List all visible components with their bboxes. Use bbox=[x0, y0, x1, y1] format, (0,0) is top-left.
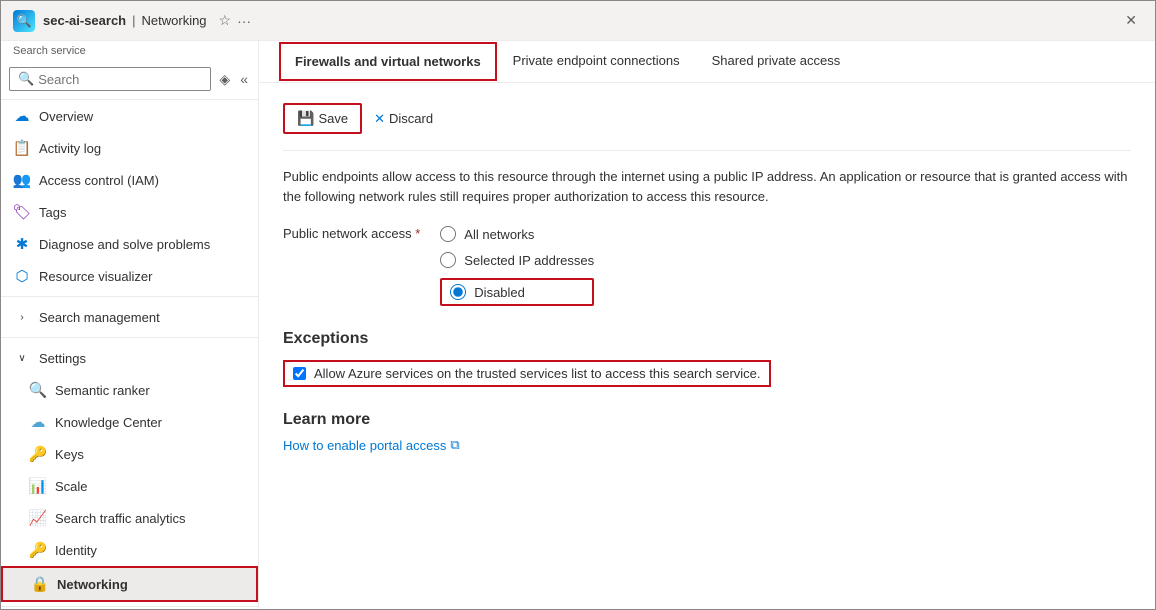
search-input-wrapper[interactable]: 🔍 bbox=[9, 67, 211, 91]
pin-icon[interactable]: ◈ bbox=[217, 69, 232, 90]
search-icon: 🔍 bbox=[18, 71, 34, 87]
keys-icon: 🔑 bbox=[29, 445, 47, 463]
radio-all-networks-input[interactable] bbox=[440, 226, 456, 242]
sidebar-item-label: Keys bbox=[55, 447, 84, 462]
sidebar-item-label: Scale bbox=[55, 479, 88, 494]
sidebar-item-scale[interactable]: 📊 Scale bbox=[1, 470, 258, 502]
radio-selected-ip-label: Selected IP addresses bbox=[464, 253, 594, 268]
title-separator: | bbox=[132, 13, 135, 28]
radio-disabled-input[interactable] bbox=[450, 284, 466, 300]
external-link-icon: ⧉ bbox=[450, 437, 459, 453]
knowledge-icon: ☁ bbox=[29, 413, 47, 431]
tab-firewalls[interactable]: Firewalls and virtual networks bbox=[279, 42, 497, 81]
save-button[interactable]: 💾 Save bbox=[283, 103, 362, 134]
sidebar-item-resource-visualizer[interactable]: ⬡ Resource visualizer bbox=[1, 260, 258, 292]
sidebar-item-label: Tags bbox=[39, 205, 66, 220]
description-text: Public endpoints allow access to this re… bbox=[283, 167, 1131, 206]
sidebar-item-label: Overview bbox=[39, 109, 93, 124]
favorite-star[interactable]: ☆ bbox=[219, 12, 232, 29]
radio-all-networks[interactable]: All networks bbox=[440, 226, 594, 242]
sidebar-item-semantic-ranker[interactable]: 🔍 Semantic ranker bbox=[1, 374, 258, 406]
title-bar: 🔍 sec-ai-search | Networking ☆ ··· ✕ bbox=[1, 1, 1155, 41]
sidebar-item-keys[interactable]: 🔑 Keys bbox=[1, 438, 258, 470]
sidebar-item-label: Identity bbox=[55, 543, 97, 558]
resource-name: sec-ai-search bbox=[43, 13, 126, 28]
activity-icon: 📋 bbox=[13, 139, 31, 157]
sidebar-item-label: Search traffic analytics bbox=[55, 511, 186, 526]
learn-more-link-text: How to enable portal access bbox=[283, 438, 446, 453]
sidebar-item-networking[interactable]: 🔒 Networking bbox=[1, 566, 258, 602]
sidebar-item-label: Diagnose and solve problems bbox=[39, 237, 210, 252]
collapse-icon[interactable]: « bbox=[238, 69, 250, 89]
sidebar-item-label: Networking bbox=[57, 577, 128, 592]
learn-more-link[interactable]: How to enable portal access ⧉ bbox=[283, 437, 1131, 453]
discard-label: Discard bbox=[389, 111, 433, 126]
tabs-bar: Firewalls and virtual networks Private e… bbox=[259, 41, 1155, 83]
sidebar-item-overview[interactable]: ☁ Overview bbox=[1, 100, 258, 132]
expand-icon: ∨ bbox=[13, 349, 31, 367]
sidebar-item-settings[interactable]: ∨ Settings bbox=[1, 342, 258, 374]
tab-private-endpoints[interactable]: Private endpoint connections bbox=[497, 41, 696, 82]
content-body: 💾 Save ✕ Discard Public endpoints allow … bbox=[259, 83, 1155, 609]
exceptions-checkbox-wrapper: Allow Azure services on the trusted serv… bbox=[283, 360, 771, 387]
exceptions-checkbox[interactable] bbox=[293, 367, 306, 380]
access-icon: 👥 bbox=[13, 171, 31, 189]
close-button[interactable]: ✕ bbox=[1119, 10, 1143, 31]
semantic-icon: 🔍 bbox=[29, 381, 47, 399]
section-name: Networking bbox=[142, 13, 207, 28]
discard-button[interactable]: ✕ Discard bbox=[374, 111, 433, 127]
sidebar-item-knowledge-center[interactable]: ☁ Knowledge Center bbox=[1, 406, 258, 438]
traffic-icon: 📈 bbox=[29, 509, 47, 527]
radio-all-networks-label: All networks bbox=[464, 227, 534, 242]
radio-disabled-label: Disabled bbox=[474, 285, 525, 300]
radio-selected-ip[interactable]: Selected IP addresses bbox=[440, 252, 594, 268]
search-input[interactable] bbox=[38, 72, 202, 87]
exceptions-section: Exceptions Allow Azure services on the t… bbox=[283, 330, 1131, 387]
radio-group: All networks Selected IP addresses Disab… bbox=[440, 226, 594, 306]
sidebar-item-activity-log[interactable]: 📋 Activity log bbox=[1, 132, 258, 164]
content-area: Firewalls and virtual networks Private e… bbox=[259, 41, 1155, 609]
scale-icon: 📊 bbox=[29, 477, 47, 495]
sidebar-item-label: Semantic ranker bbox=[55, 383, 150, 398]
learn-more-section: Learn more How to enable portal access ⧉ bbox=[283, 411, 1131, 453]
sidebar-item-search-management[interactable]: › Search management bbox=[1, 301, 258, 333]
exceptions-label: Allow Azure services on the trusted serv… bbox=[314, 366, 761, 381]
radio-disabled[interactable]: Disabled bbox=[440, 278, 594, 306]
more-options[interactable]: ··· bbox=[237, 13, 251, 29]
discard-icon: ✕ bbox=[374, 111, 385, 127]
exceptions-title: Exceptions bbox=[283, 330, 1131, 348]
sidebar-nav: ☁ Overview 📋 Activity log 👥 Access contr… bbox=[1, 100, 258, 609]
diagnose-icon: ✱ bbox=[13, 235, 31, 253]
networking-icon: 🔒 bbox=[31, 575, 49, 593]
toolbar: 💾 Save ✕ Discard bbox=[283, 103, 1131, 151]
resource-icon: ⬡ bbox=[13, 267, 31, 285]
save-icon: 💾 bbox=[297, 110, 314, 127]
sidebar-item-label: Resource visualizer bbox=[39, 269, 152, 284]
sidebar-item-search-traffic[interactable]: 📈 Search traffic analytics bbox=[1, 502, 258, 534]
tab-shared-private[interactable]: Shared private access bbox=[696, 41, 857, 82]
sidebar-item-label: Settings bbox=[39, 351, 86, 366]
app-icon: 🔍 bbox=[13, 10, 35, 32]
search-box: 🔍 ◈ « bbox=[1, 59, 258, 100]
expand-icon: › bbox=[13, 308, 31, 326]
sidebar-item-label: Access control (IAM) bbox=[39, 173, 159, 188]
overview-icon: ☁ bbox=[13, 107, 31, 125]
sidebar-item-tags[interactable]: 🏷 Tags bbox=[1, 196, 258, 228]
identity-icon: 🔑 bbox=[29, 541, 47, 559]
sidebar-item-diagnose[interactable]: ✱ Diagnose and solve problems bbox=[1, 228, 258, 260]
tags-icon: 🏷 bbox=[13, 203, 31, 221]
window-controls: ✕ bbox=[1119, 10, 1143, 31]
sidebar-item-access-control[interactable]: 👥 Access control (IAM) bbox=[1, 164, 258, 196]
sidebar-item-label: Activity log bbox=[39, 141, 101, 156]
sidebar-item-label: Knowledge Center bbox=[55, 415, 162, 430]
sidebar: Search service 🔍 ◈ « ☁ Overview 📋 bbox=[1, 41, 259, 609]
service-subtitle: Search service bbox=[13, 45, 86, 57]
learn-more-title: Learn more bbox=[283, 411, 1131, 429]
network-access-section: Public network access All networks Selec… bbox=[283, 226, 1131, 306]
network-access-label: Public network access bbox=[283, 226, 420, 241]
sidebar-item-identity[interactable]: 🔑 Identity bbox=[1, 534, 258, 566]
save-label: Save bbox=[318, 111, 348, 126]
sidebar-item-label: Search management bbox=[39, 310, 160, 325]
radio-selected-ip-input[interactable] bbox=[440, 252, 456, 268]
